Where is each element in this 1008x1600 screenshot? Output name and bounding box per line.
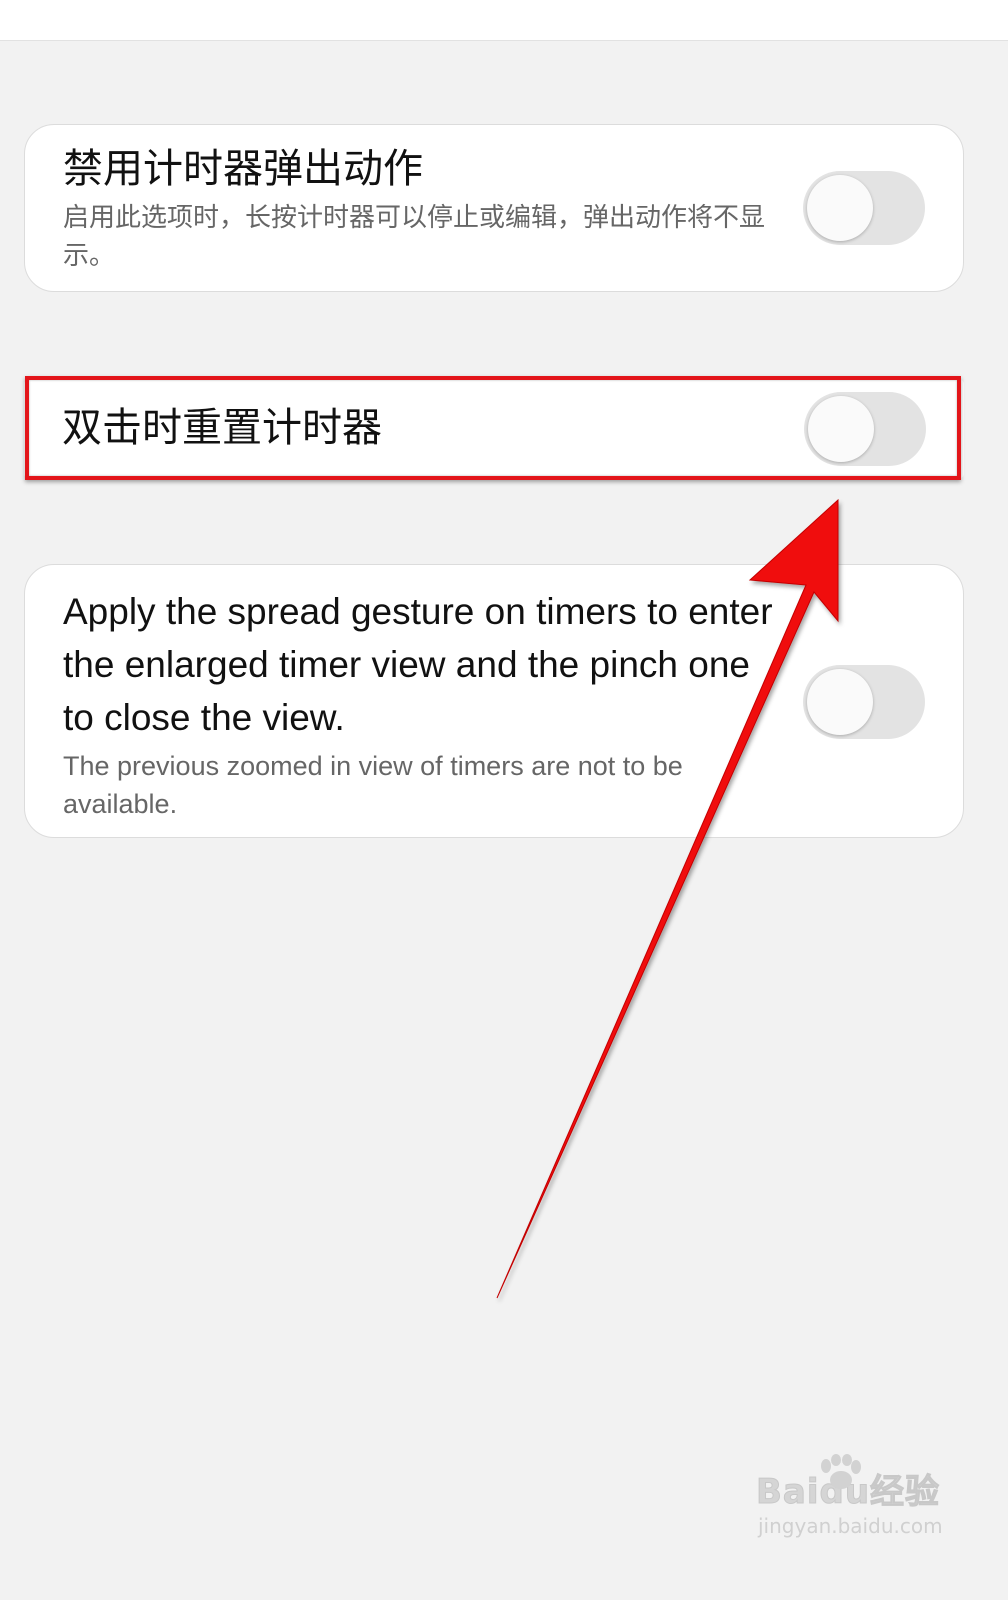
toggle-knob: [807, 175, 873, 241]
watermark-url: jingyan.baidu.com: [758, 1514, 943, 1538]
setting-title: 禁用计时器弹出动作: [63, 146, 423, 192]
top-bar: [0, 0, 1008, 41]
double-tap-reset-toggle[interactable]: [804, 392, 926, 466]
spread-gesture-toggle[interactable]: [803, 665, 925, 739]
baidu-jingyan-watermark: Baidu经验 jingyan.baidu.com: [755, 1454, 956, 1544]
toggle-knob: [807, 669, 873, 735]
toggle-knob: [808, 396, 874, 462]
paw-icon: [821, 1454, 861, 1489]
setting-card-double-tap-reset[interactable]: 双击时重置计时器: [24, 380, 964, 478]
setting-title: Apply the spread gesture on timers to en…: [63, 591, 773, 738]
setting-card-spread-gesture[interactable]: Apply the spread gesture on timers to en…: [24, 564, 964, 838]
setting-description: 启用此选项时，长按计时器可以停止或编辑，弹出动作将不显示。: [63, 203, 766, 271]
disable-popup-toggle[interactable]: [803, 171, 925, 245]
setting-title: 双击时重置计时器: [62, 405, 382, 451]
setting-description: The previous zoomed in view of timers ar…: [63, 751, 683, 819]
setting-card-disable-popup[interactable]: 禁用计时器弹出动作 启用此选项时，长按计时器可以停止或编辑，弹出动作将不显示。: [24, 124, 964, 292]
